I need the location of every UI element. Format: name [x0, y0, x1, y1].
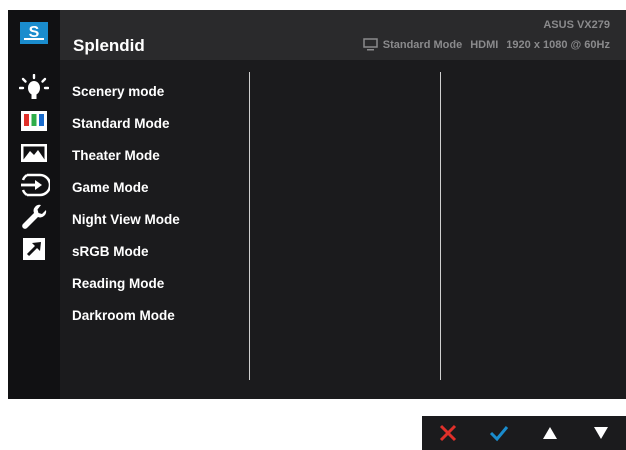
input-select-icon	[21, 173, 50, 197]
osd-sidebar: S	[8, 10, 60, 399]
exit-button[interactable]	[433, 418, 463, 448]
up-button[interactable]	[535, 418, 565, 448]
column-divider	[249, 72, 250, 380]
monitor-model: ASUS VX279	[543, 19, 610, 31]
osd-key-guide	[422, 416, 626, 450]
sidebar-item-system-setup[interactable]	[13, 201, 55, 233]
sidebar-item-color[interactable]	[13, 105, 55, 137]
menu-item-standard-mode[interactable]: Standard Mode	[72, 114, 252, 146]
confirm-button[interactable]	[484, 418, 514, 448]
resolution: 1920 x 1080 @ 60Hz	[506, 38, 610, 51]
page-title: Splendid	[73, 36, 145, 55]
splendid-icon: S	[20, 22, 48, 44]
system-setup-icon	[22, 204, 47, 229]
close-icon	[439, 424, 456, 442]
menu-item-scenery-mode[interactable]: Scenery mode	[72, 82, 252, 114]
sidebar-item-splendid[interactable]: S	[13, 17, 55, 49]
check-icon	[489, 426, 508, 442]
monitor-icon	[362, 38, 378, 51]
column-divider	[440, 72, 441, 380]
shortcut-icon	[23, 238, 45, 260]
sidebar-item-image[interactable]	[13, 137, 55, 169]
brightness-icon	[19, 74, 49, 99]
osd-header: Splendid ASUS VX279 Standard Mode HDMI 1…	[60, 10, 626, 60]
menu-item-theater-mode[interactable]: Theater Mode	[72, 146, 252, 178]
down-arrow-icon	[593, 427, 608, 439]
sidebar-item-shortcut[interactable]	[13, 233, 55, 265]
osd-panel: S Splendid ASUS VX279 Standard Mode HDMI…	[8, 10, 626, 399]
up-arrow-icon	[542, 427, 557, 439]
splendid-mode-list: Scenery mode Standard Mode Theater Mode …	[72, 82, 252, 338]
current-mode: Standard Mode	[382, 38, 463, 51]
menu-item-reading-mode[interactable]: Reading Mode	[72, 274, 252, 306]
splendid-icon-letter: S	[28, 24, 40, 41]
sidebar-item-brightness[interactable]	[13, 73, 55, 105]
status-bar: Standard Mode HDMI 1920 x 1080 @ 60Hz	[362, 38, 610, 51]
input-source: HDMI	[470, 38, 499, 51]
sidebar-item-input-select[interactable]	[13, 169, 55, 201]
menu-item-game-mode[interactable]: Game Mode	[72, 178, 252, 210]
image-icon	[21, 144, 47, 162]
menu-item-night-view-mode[interactable]: Night View Mode	[72, 210, 252, 242]
menu-item-darkroom-mode[interactable]: Darkroom Mode	[72, 306, 252, 338]
down-button[interactable]	[586, 418, 616, 448]
color-icon	[21, 111, 47, 131]
menu-item-srgb-mode[interactable]: sRGB Mode	[72, 242, 252, 274]
